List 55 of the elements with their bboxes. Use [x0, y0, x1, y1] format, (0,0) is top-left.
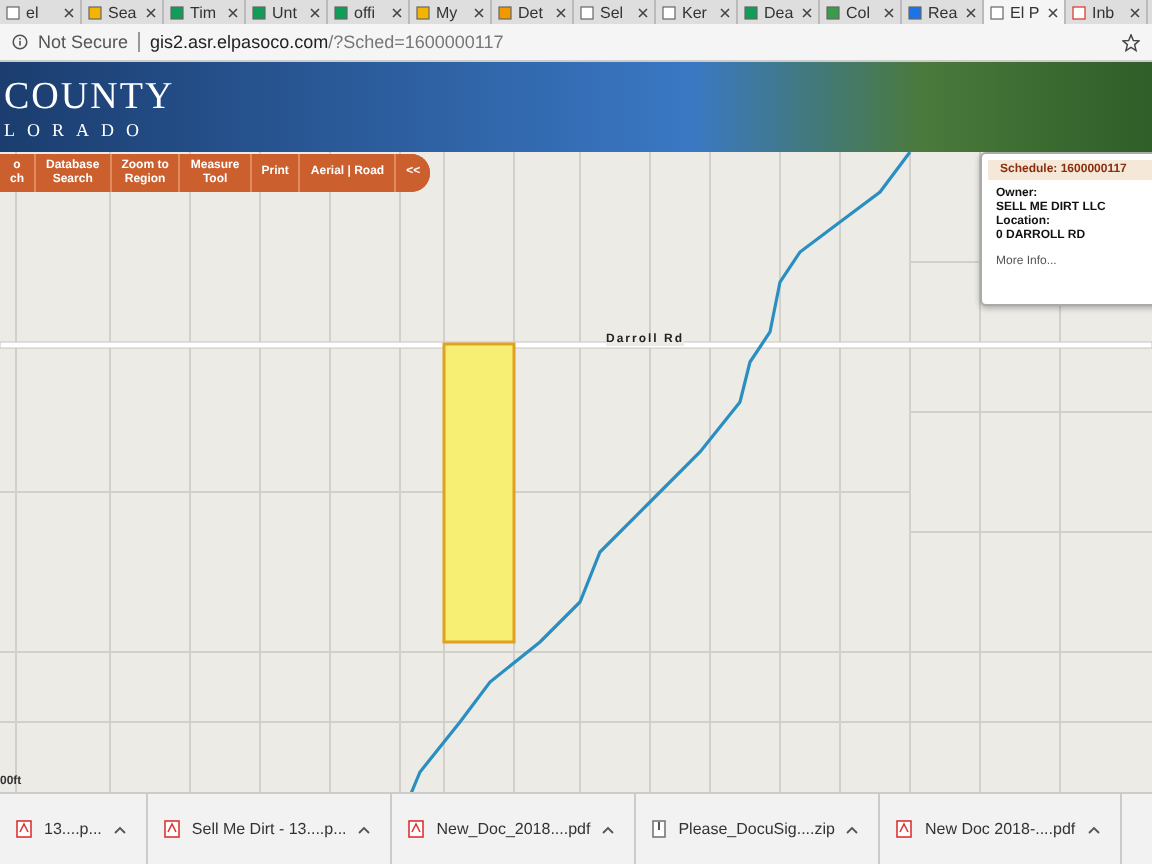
pdf-file-icon: [896, 820, 913, 838]
caret-icon[interactable]: [113, 825, 126, 833]
browser-tab[interactable]: Rea: [902, 0, 984, 24]
close-icon[interactable]: [146, 7, 156, 17]
download-item[interactable]: New Doc 2018-....pdf: [880, 794, 1122, 864]
browser-tab[interactable]: Col: [820, 0, 902, 24]
file-name: Please_DocuSig....zip: [678, 820, 835, 838]
browser-tab[interactable]: Tim: [164, 0, 246, 24]
close-icon[interactable]: [64, 7, 74, 17]
close-icon[interactable]: [884, 7, 894, 17]
close-icon[interactable]: [966, 7, 976, 17]
browser-tab[interactable]: Sea: [82, 0, 164, 24]
caret-icon[interactable]: [358, 825, 371, 833]
file-name: Sell Me Dirt - 13....p...: [191, 820, 347, 838]
pdf-file-icon: [163, 820, 180, 838]
zip-file-icon: [652, 820, 667, 838]
close-icon[interactable]: [638, 7, 648, 17]
download-item[interactable]: New_Doc_2018....pdf: [392, 794, 637, 864]
close-icon[interactable]: [474, 7, 484, 17]
close-icon[interactable]: [556, 7, 566, 17]
url-host[interactable]: gis2.asr.elpasoco.com/?Sched=1600000117: [150, 32, 504, 52]
caret-icon[interactable]: [1087, 825, 1100, 833]
browser-tab[interactable]: El P: [984, 0, 1066, 24]
banner-title: COUNTY: [4, 75, 177, 119]
close-icon[interactable]: [720, 7, 730, 17]
browser-tab[interactable]: el: [0, 0, 82, 24]
caret-icon[interactable]: [602, 825, 615, 833]
browser-tab[interactable]: Det: [492, 0, 574, 24]
caret-icon[interactable]: [846, 825, 859, 833]
browser-tab[interactable]: Ker: [656, 0, 738, 24]
pdf-file-icon: [408, 820, 425, 838]
browser-tab[interactable]: Inb: [1066, 0, 1148, 24]
download-item[interactable]: Please_DocuSig....zip: [636, 794, 881, 864]
close-icon[interactable]: [310, 7, 320, 17]
browser-tab[interactable]: offi: [328, 0, 410, 24]
parcel-map[interactable]: [0, 152, 1152, 792]
browser-tab[interactable]: Dea: [738, 0, 820, 24]
file-name: New Doc 2018-....pdf: [924, 820, 1076, 838]
pdf-file-icon: [16, 820, 32, 838]
file-name: New_Doc_2018....pdf: [436, 820, 591, 838]
close-icon[interactable]: [1130, 7, 1140, 17]
info-icon[interactable]: [12, 34, 28, 50]
browser-tab[interactable]: Sel: [574, 0, 656, 24]
banner-subtitle: LORADO: [4, 119, 153, 139]
star-icon[interactable]: [1122, 33, 1140, 51]
close-icon[interactable]: [392, 7, 402, 17]
download-item[interactable]: Sell Me Dirt - 13....p...: [147, 794, 393, 864]
download-item[interactable]: 13....p...: [0, 794, 148, 864]
browser-tab[interactable]: My: [410, 0, 492, 24]
close-icon[interactable]: [802, 7, 812, 17]
security-label: Not Secure: [38, 32, 129, 52]
close-icon[interactable]: [228, 7, 238, 17]
file-name: 13....p...: [44, 820, 102, 838]
close-icon[interactable]: [1048, 7, 1058, 17]
browser-tab[interactable]: Unt: [246, 0, 328, 24]
